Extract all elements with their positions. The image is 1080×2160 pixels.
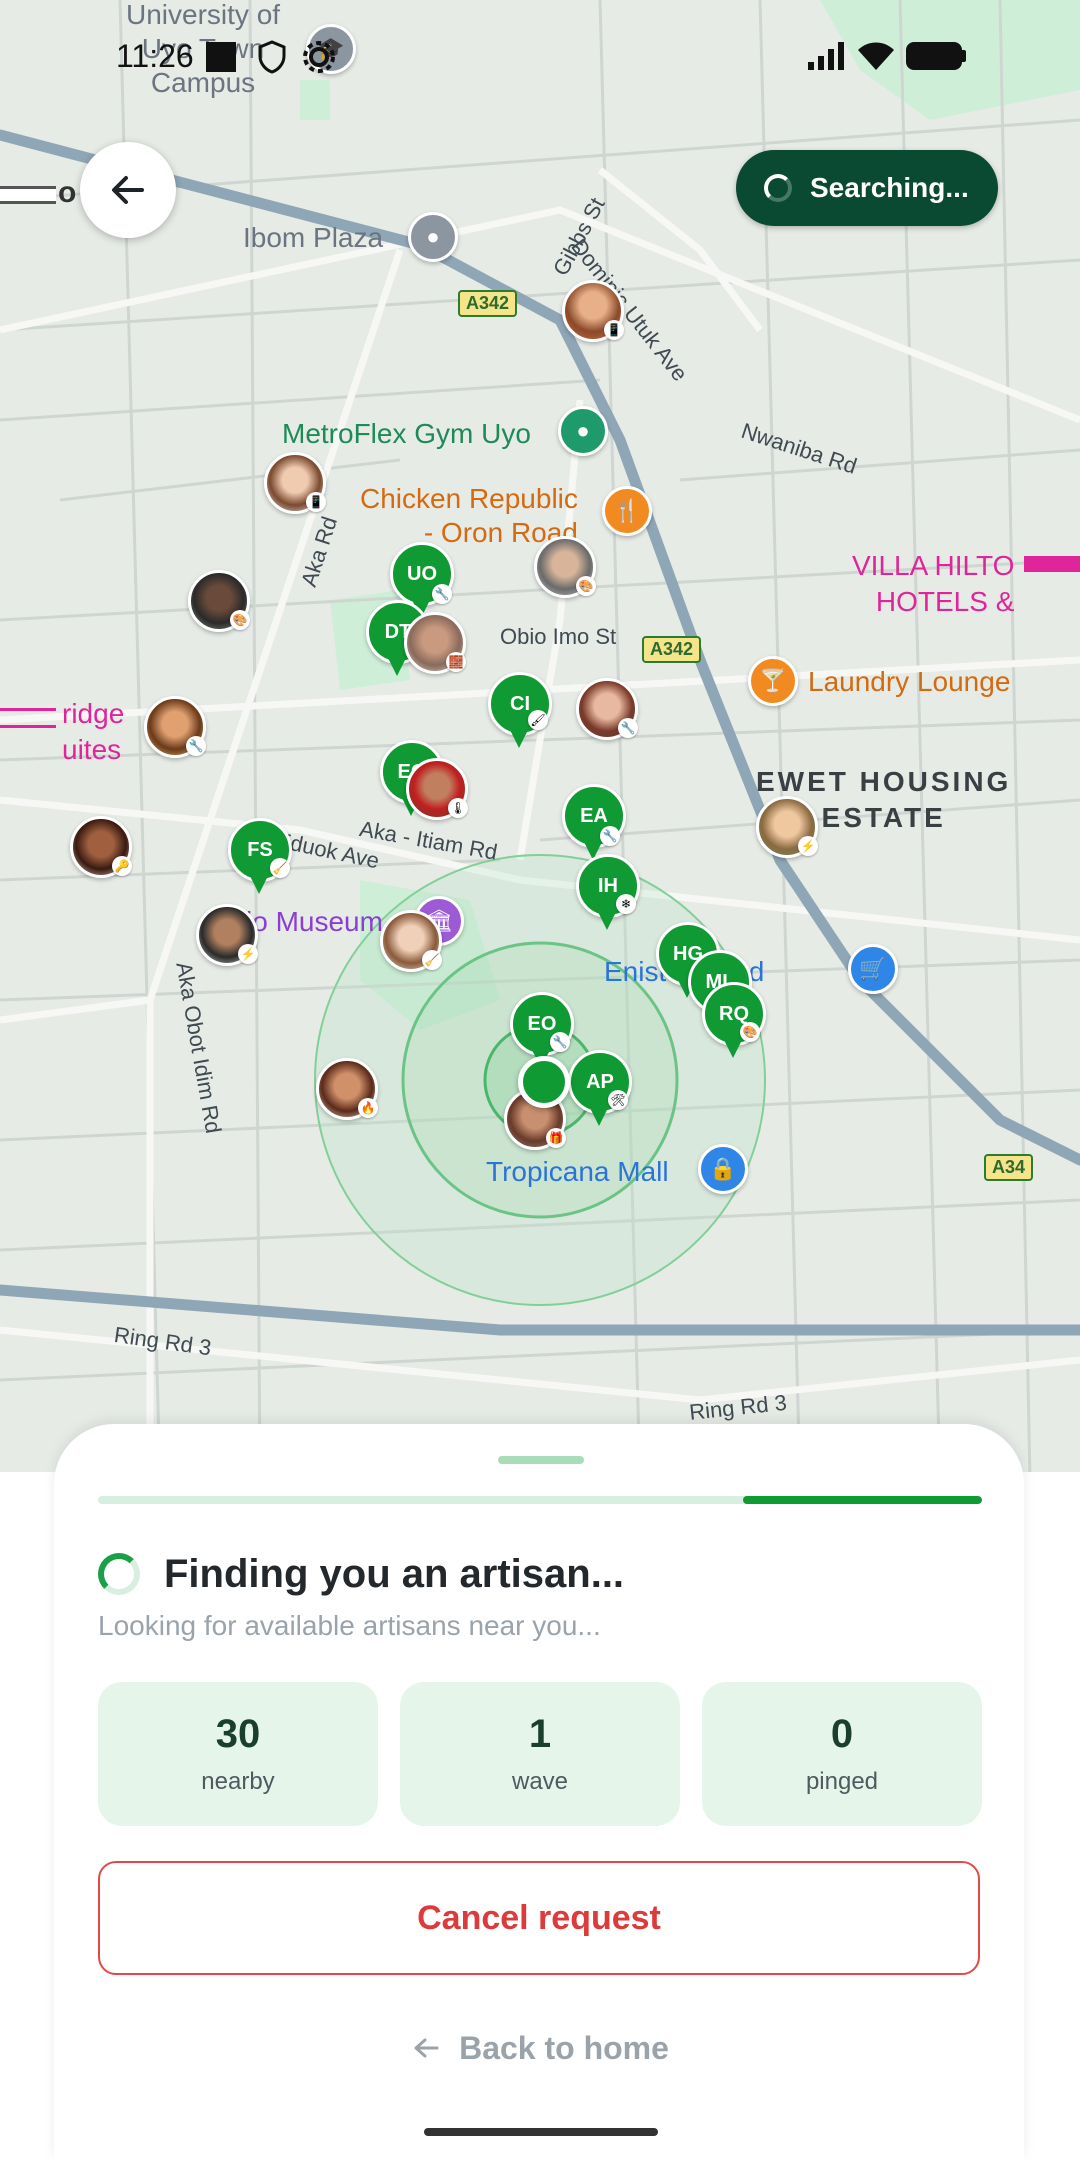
key-icon: 🔑 (112, 856, 132, 876)
sheet-title: Finding you an artisan... (164, 1551, 625, 1596)
map-edge-label: o (58, 176, 77, 209)
map-edge-marker (0, 186, 56, 204)
artisan-pin-tail (510, 730, 528, 748)
status-bar: 11:26 (0, 0, 1080, 110)
wrench-icon: 🔧 (550, 1032, 570, 1052)
ibom-plaza-label: Ibom Plaza (243, 222, 384, 253)
broom-icon: 🧹 (422, 950, 442, 970)
battery-tip (962, 50, 966, 62)
spinner-icon (764, 174, 792, 202)
bridge-suites-label: ridge uites (62, 698, 125, 765)
back-button[interactable] (80, 142, 176, 238)
searching-label: Searching... (810, 172, 969, 203)
road-shield-a342: A342 (458, 290, 518, 317)
stat-value: 1 (528, 1712, 552, 1756)
wrench-icon: 🔧 (432, 584, 452, 604)
hotel-marker-icon[interactable] (0, 708, 56, 728)
location-pin-icon[interactable]: ● (408, 212, 458, 262)
broom-icon: 🧹 (270, 858, 290, 878)
wrench-icon: 🔧 (186, 736, 206, 756)
wrench-icon: 🔧 (618, 718, 638, 738)
chicken-republic-label: Chicken Republic - Oron Road (360, 483, 578, 548)
arrow-left-icon (414, 2038, 439, 2058)
shopping-bag-icon[interactable]: 🔒 (698, 1144, 748, 1194)
artisan-pin-tail (388, 658, 406, 676)
fire-icon: 🔥 (358, 1098, 378, 1118)
notification-icon (206, 42, 236, 72)
drag-handle[interactable] (498, 1456, 584, 1464)
paint-palette-icon: 🎨 (230, 610, 250, 630)
laundry-lounge-label: Laundry Lounge (808, 666, 1011, 697)
shopping-cart-icon[interactable]: 🛒 (848, 944, 898, 994)
phone-icon: 📱 (604, 320, 624, 340)
restaurant-marker-icon[interactable]: 🍴 (602, 486, 652, 536)
lightning-icon: ⚡ (798, 836, 818, 856)
user-location-dot (518, 1056, 570, 1108)
stat-value: 30 (215, 1712, 261, 1756)
back-to-home-label: Back to home (459, 2029, 669, 2066)
snowflake-icon: ❄ (616, 894, 636, 914)
bar-marker-icon[interactable]: 🍸 (748, 656, 798, 706)
search-progress-bar (98, 1496, 982, 1504)
wrench-icon: 🔧 (600, 826, 620, 846)
road-shield-a34: A34 (984, 1154, 1034, 1181)
stat-value: 0 (830, 1712, 854, 1756)
tools-icon: 🛠 (608, 1090, 628, 1110)
wifi-icon (858, 42, 894, 70)
thermometer-icon: 🌡 (448, 798, 468, 818)
stat-label: wave (511, 1768, 569, 1795)
gift-icon: 🎁 (546, 1128, 566, 1148)
cancel-request-button[interactable]: Cancel request (98, 1861, 980, 1975)
stat-card-nearby: 30 nearby (98, 1682, 378, 1826)
artisan-pin-tail (250, 876, 268, 894)
search-progress-fill (743, 1496, 982, 1504)
metroflex-label: MetroFlex Gym Uyo (282, 418, 531, 449)
artisan-pin-tail (590, 1108, 608, 1126)
phone-icon: 📱 (306, 492, 326, 512)
brush-icon: 🖌 (528, 710, 548, 730)
sheet-title-row: Finding you an artisan... (98, 1546, 624, 1602)
arrow-left-icon (112, 176, 144, 204)
searching-pill: Searching... (736, 150, 998, 226)
stat-label: pinged (805, 1768, 879, 1795)
status-time: 11:26 (116, 38, 194, 74)
paint-palette-icon: 🎨 (740, 1022, 760, 1042)
gym-marker-icon[interactable]: ● (558, 406, 608, 456)
lightning-icon: ⚡ (238, 944, 258, 964)
sheet-subtitle: Looking for available artisans near you.… (98, 1610, 601, 1641)
street-obio-imo: Obio Imo St (500, 624, 617, 649)
battery-icon (906, 42, 962, 70)
hotel-marker-icon[interactable] (1024, 556, 1080, 572)
home-indicator[interactable] (424, 2128, 658, 2136)
loading-spinner-icon (98, 1553, 140, 1595)
signal-icon (808, 42, 844, 70)
road-shield-a342: A342 (642, 636, 702, 663)
back-to-home-link[interactable]: Back to home (0, 2020, 1080, 2076)
artisan-pin-tail (598, 912, 616, 930)
paint-palette-icon: 🎨 (576, 576, 596, 596)
cancel-request-label: Cancel request (417, 1898, 661, 1937)
stat-label: nearby (201, 1768, 275, 1795)
shield-icon (258, 40, 286, 74)
tropicana-mall-label: Tropicana Mall (486, 1156, 669, 1187)
villa-hilton-label: VILLA HILTO HOTELS & (852, 550, 1015, 617)
stat-card-wave: 1 wave (400, 1682, 680, 1826)
stat-card-pinged: 0 pinged (702, 1682, 982, 1826)
artisan-pin-tail (724, 1040, 742, 1058)
brick-icon: 🧱 (446, 652, 466, 672)
museum-label: io Museum (246, 906, 383, 937)
settings-gear-icon (303, 41, 335, 73)
